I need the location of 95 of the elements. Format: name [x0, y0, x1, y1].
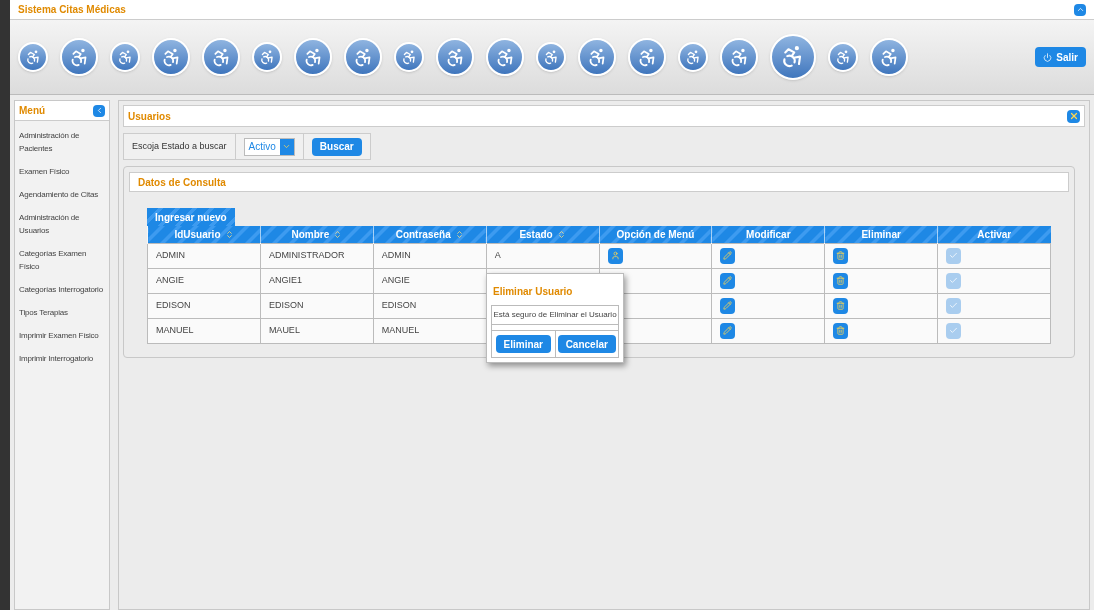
column-header[interactable]: Contraseña	[373, 226, 487, 243]
check-icon	[949, 326, 959, 335]
search-button[interactable]: Buscar	[311, 137, 362, 156]
menu-item[interactable]: Agendamiento de Citas	[19, 188, 105, 201]
table-cell: ANGIE	[381, 274, 410, 285]
dialog-button[interactable]: Eliminar	[495, 335, 551, 353]
close-icon	[1068, 111, 1079, 121]
menu-item[interactable]: Tipos Terapias	[19, 306, 105, 319]
menu-option-button[interactable]	[607, 247, 623, 264]
trash-icon	[836, 276, 846, 285]
wheelchair-icon	[252, 42, 282, 72]
wheelchair-icon	[110, 42, 140, 72]
dialog-button[interactable]: Cancelar	[557, 335, 616, 353]
edit-button[interactable]	[720, 272, 736, 289]
user-icon	[610, 251, 620, 260]
menu-item[interactable]: Imprimir Interrogatorio	[19, 352, 105, 365]
menu-item[interactable]: Categorías Interrogatorio	[19, 283, 105, 296]
wheelchair-icon	[60, 38, 98, 76]
check-icon	[949, 251, 959, 260]
edit-button[interactable]	[720, 322, 736, 339]
chevron-down-icon	[282, 142, 292, 151]
wheelchair-icon	[436, 38, 474, 76]
wheelchair-icon	[536, 42, 566, 72]
table-cell: EDISON	[156, 299, 191, 310]
menu-item[interactable]: Administración de Usuarios	[19, 211, 105, 237]
edit-button[interactable]	[720, 297, 736, 314]
sort-icon	[454, 229, 464, 239]
delete-button[interactable]	[833, 297, 849, 314]
wheelchair-icon	[628, 38, 666, 76]
column-header[interactable]: Eliminar	[824, 226, 938, 243]
pencil-icon	[723, 326, 733, 335]
wheelchair-icon	[678, 42, 708, 72]
sidebar-title: Menú	[19, 104, 46, 118]
table-cell: ANGIE	[156, 274, 184, 285]
close-button[interactable]	[1067, 109, 1080, 123]
menu-item[interactable]: Administración de Pacientes	[19, 129, 105, 155]
table-cell: A	[494, 249, 501, 260]
wheelchair-icon	[394, 42, 424, 72]
panel-title: Usuarios	[128, 109, 171, 124]
wheelchair-icon	[152, 38, 190, 76]
table-cell: ANGIE1	[268, 274, 302, 285]
column-header[interactable]: Modificar	[711, 226, 825, 243]
wheelchair-icon	[486, 38, 524, 76]
filter-label: Escoja Estado a buscar	[124, 134, 236, 159]
table-cell: EDISON	[381, 299, 417, 310]
collapse-button[interactable]	[1074, 3, 1086, 16]
table-cell: MANUEL	[156, 324, 194, 335]
menu-item[interactable]: Examen Físico	[19, 165, 105, 178]
trash-icon	[836, 251, 846, 260]
delete-button[interactable]	[833, 272, 849, 289]
wheelchair-icon	[828, 42, 858, 72]
exit-button[interactable]: Salir	[1035, 47, 1086, 67]
chevron-up-icon	[1075, 5, 1085, 14]
trash-icon	[836, 301, 846, 310]
sort-icon	[333, 229, 343, 239]
sort-icon	[556, 229, 566, 239]
dialog-title: Eliminar Usuario	[492, 285, 574, 299]
power-icon	[1043, 52, 1053, 62]
add-new-button[interactable]: Ingresar nuevo	[147, 208, 235, 226]
section-title: Datos de Consulta	[138, 175, 226, 190]
sort-icon	[224, 229, 234, 239]
collapse-sidebar-button[interactable]	[93, 104, 105, 117]
column-header[interactable]: Estado	[486, 226, 599, 243]
column-header[interactable]: Opción de Menú	[599, 226, 712, 243]
check-icon	[949, 301, 959, 310]
delete-button[interactable]	[833, 247, 849, 264]
column-header[interactable]: Activar	[937, 226, 1051, 243]
table-cell: ADMIN	[156, 249, 185, 260]
edit-button[interactable]	[720, 247, 736, 264]
delete-button[interactable]	[833, 322, 849, 339]
table-cell: ADMINISTRADOR	[268, 249, 345, 260]
pencil-icon	[723, 251, 733, 260]
wheelchair-icon	[344, 38, 382, 76]
wheelchair-icon	[202, 38, 240, 76]
table-cell: ADMIN	[381, 249, 411, 260]
dialog-message: Está seguro de Eliminar el Usuario	[493, 309, 617, 321]
pencil-icon	[723, 276, 733, 285]
menu-item[interactable]: Categorías Examen Físico	[19, 247, 105, 273]
wheelchair-icon	[578, 38, 616, 76]
column-header[interactable]: Nombre	[260, 226, 374, 243]
table-cell: MAUEL	[268, 324, 300, 335]
wheelchair-icon	[18, 42, 48, 72]
wheelchair-icon	[294, 38, 332, 76]
wheelchair-icon	[770, 34, 816, 80]
column-header[interactable]: IdUsuario	[147, 226, 261, 243]
pencil-icon	[723, 301, 733, 310]
trash-icon	[836, 326, 846, 335]
table-cell: MANUEL	[381, 324, 420, 335]
menu-item[interactable]: Imprimir Examen Físico	[19, 329, 105, 342]
wheelchair-icon	[720, 38, 758, 76]
check-icon	[949, 276, 959, 285]
wheelchair-icon	[870, 38, 908, 76]
status-dropdown[interactable]: Activo	[243, 137, 295, 156]
table-cell: EDISON	[268, 299, 304, 310]
window-title: Sistema Citas Médicas	[18, 3, 126, 17]
